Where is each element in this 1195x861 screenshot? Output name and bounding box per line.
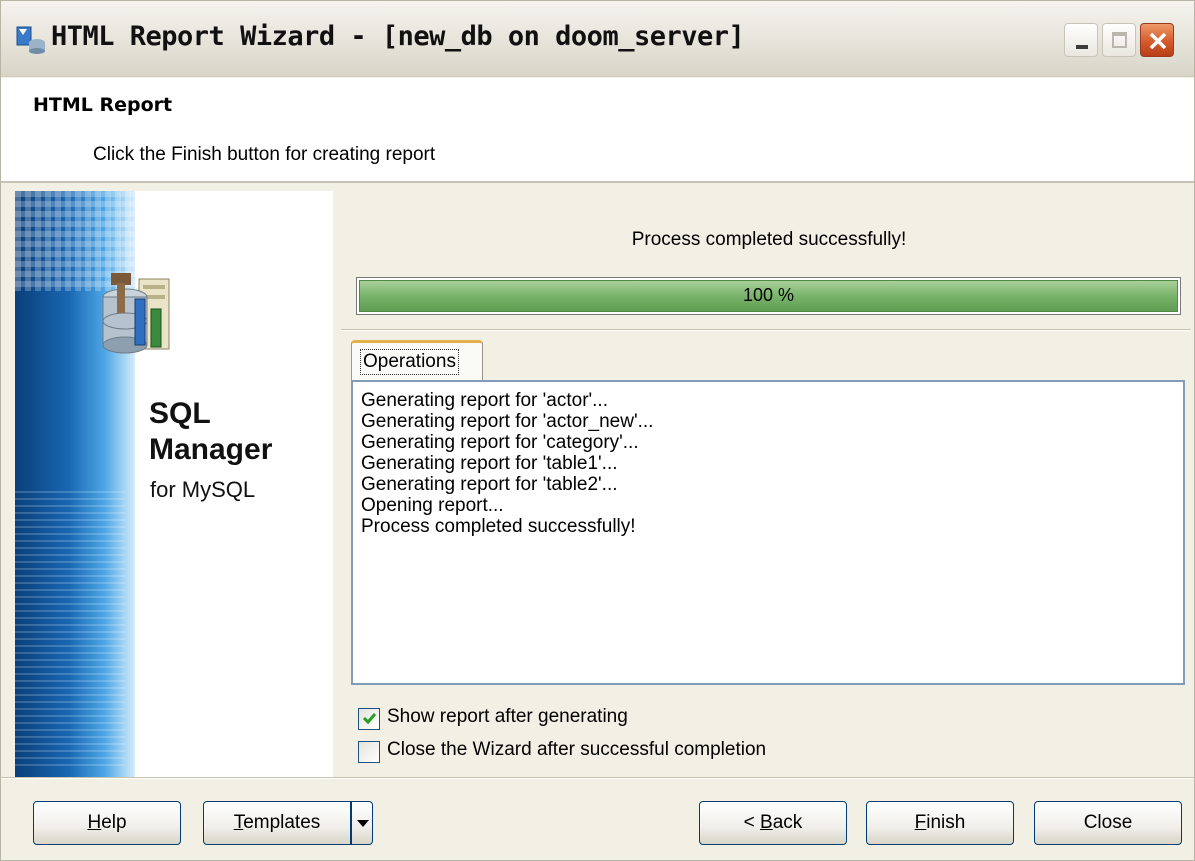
- wizard-header: HTML Report Click the Finish button for …: [1, 78, 1194, 183]
- progress-bar: 100 %: [356, 277, 1181, 315]
- log-line: Opening report...: [361, 495, 504, 516]
- product-banner: SQL Manager for MySQL: [15, 191, 333, 779]
- app-icon: [16, 26, 45, 54]
- log-line: Generating report for 'actor_new'...: [361, 411, 654, 432]
- log-line: Generating report for 'actor'...: [361, 390, 608, 411]
- close-button[interactable]: Close: [1034, 801, 1182, 845]
- database-tools-icon: [102, 273, 170, 354]
- log-line: Generating report for 'table1'...: [361, 453, 618, 474]
- chevron-down-icon: [357, 820, 369, 827]
- footer-divider: [1, 777, 1194, 779]
- finish-button[interactable]: Finish: [866, 801, 1014, 845]
- window-title: HTML Report Wizard - [new_db on doom_ser…: [51, 21, 745, 52]
- maximize-button[interactable]: [1102, 23, 1136, 57]
- status-message: Process completed successfully!: [631, 229, 907, 250]
- back-button[interactable]: < Back: [699, 801, 847, 845]
- log-line: Generating report for 'table2'...: [361, 474, 618, 495]
- wizard-window: HTML Report Wizard - [new_db on doom_ser…: [0, 0, 1195, 861]
- close-wizard-label: Close the Wizard after successful comple…: [387, 739, 767, 760]
- log-line: Generating report for 'category'...: [361, 432, 639, 453]
- minimize-icon: [1076, 45, 1088, 49]
- divider: [341, 329, 1191, 331]
- checkmark-icon: [362, 713, 377, 725]
- progress-label: 100 %: [742, 285, 795, 305]
- close-window-button[interactable]: [1140, 23, 1174, 57]
- close-wizard-checkbox[interactable]: [358, 741, 380, 763]
- tab-operations-label: Operations: [360, 349, 459, 375]
- title-bar[interactable]: HTML Report Wizard - [new_db on doom_ser…: [1, 1, 1194, 77]
- templates-button[interactable]: Templates: [203, 801, 351, 845]
- help-button[interactable]: Help: [33, 801, 181, 845]
- log-line: Process completed successfully!: [361, 516, 636, 537]
- brand-sql: SQL: [149, 397, 211, 430]
- maximize-icon: [1112, 32, 1127, 48]
- page-subtitle: Click the Finish button for creating rep…: [93, 144, 436, 165]
- operations-log[interactable]: Generating report for 'actor'... Generati…: [351, 380, 1185, 685]
- show-report-checkbox[interactable]: [358, 708, 380, 730]
- show-report-label: Show report after generating: [387, 706, 628, 727]
- page-title: HTML Report: [33, 94, 173, 116]
- brand-manager: Manager: [149, 433, 273, 466]
- minimize-button[interactable]: [1064, 23, 1098, 57]
- tab-operations[interactable]: Operations: [351, 340, 483, 380]
- close-icon: [1149, 32, 1167, 50]
- templates-dropdown-button[interactable]: [351, 801, 373, 845]
- brand-for-mysql: for MySQL: [150, 477, 256, 502]
